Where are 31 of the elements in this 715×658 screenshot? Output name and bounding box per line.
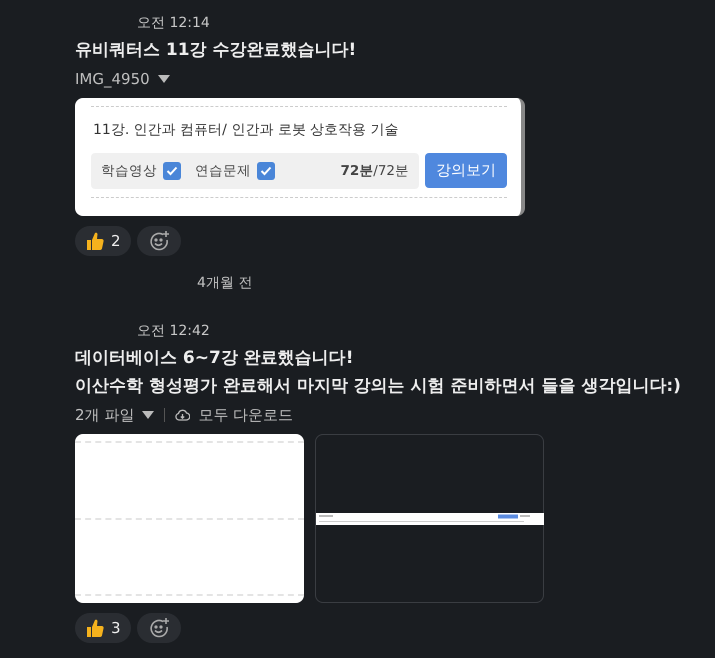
screenshot-thumbnail[interactable] — [315, 434, 544, 603]
check-label: 학습영상 — [101, 162, 157, 180]
thumbs-up-icon — [85, 231, 105, 251]
add-emoji-icon — [148, 617, 170, 639]
caret-icon — [158, 75, 170, 83]
message-text: 이산수학 형성평가 완료해서 마지막 강의는 시험 준비하면서 들을 생각입니다:) — [75, 375, 681, 398]
message-time: 오전 12:42 — [137, 322, 210, 341]
duration-text: 72분/72분 — [340, 162, 409, 180]
document-thumbnail[interactable] — [75, 434, 304, 603]
check-label: 연습문제 — [195, 162, 251, 180]
message-time: 오전 12:14 — [137, 14, 210, 33]
add-emoji-icon — [148, 230, 170, 252]
reaction-button[interactable]: 2 — [75, 226, 131, 256]
lecture-title: 11강. 인간과 컴퓨터/ 인간과 로봇 상호작용 기술 — [92, 121, 400, 140]
check-icon — [166, 166, 178, 176]
cloud-download-icon — [175, 408, 190, 422]
check-icon — [260, 166, 272, 176]
caret-icon — [142, 411, 154, 419]
download-all-button[interactable]: 모두 다운로드 — [175, 406, 294, 424]
message-text: 유비쿼터스 11강 수강완료했습니다! — [75, 39, 356, 62]
checkbox[interactable] — [257, 162, 275, 180]
file-toggle[interactable]: IMG_4950 — [75, 70, 170, 88]
message-text: 데이터베이스 6~7강 완료했습니다! — [75, 347, 354, 370]
view-lecture-button[interactable]: 강의보기 — [425, 153, 507, 188]
thumbs-up-icon — [85, 618, 105, 638]
add-reaction-button[interactable] — [136, 226, 181, 256]
file-toggle[interactable]: 2개 파일 — [75, 406, 154, 424]
reaction-button[interactable]: 3 — [75, 613, 131, 643]
date-divider: 4개월 전 — [197, 274, 254, 292]
add-reaction-button[interactable] — [136, 613, 181, 643]
checkbox[interactable] — [163, 162, 181, 180]
